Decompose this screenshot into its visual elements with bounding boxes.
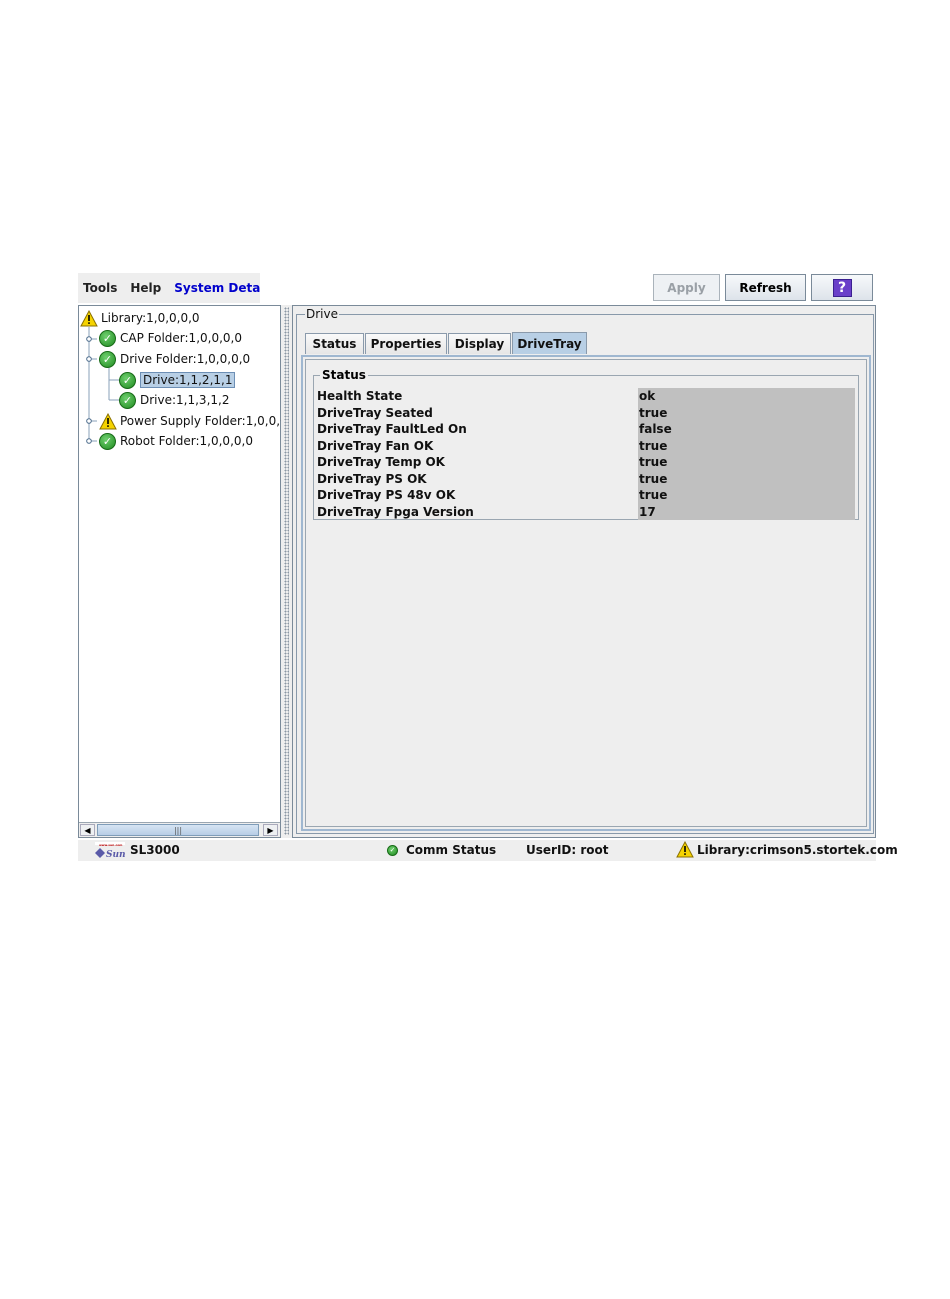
- tab-display[interactable]: Display: [448, 333, 511, 354]
- tree-node-library[interactable]: Library:1,0,0,0,0: [80, 309, 200, 327]
- status-row: DriveTray Temp OK true: [317, 453, 855, 471]
- status-row: Health State ok: [317, 387, 855, 405]
- tree-node-label-selected: Drive:1,1,2,1,1: [140, 372, 236, 388]
- tree-node-robot-folder[interactable]: ✓ Robot Folder:1,0,0,0,0: [99, 432, 253, 450]
- status-key: DriveTray Temp OK: [317, 455, 445, 469]
- status-row: DriveTray Fpga Version 17: [317, 503, 855, 520]
- help-icon: ?: [832, 278, 852, 297]
- library-status: Library:crimson5.stortek.com: [676, 841, 898, 858]
- scroll-right-icon[interactable]: ▶: [263, 824, 278, 836]
- splitter-grip: [284, 307, 289, 835]
- tree-node-power-supply-folder[interactable]: Power Supply Folder:1,0,0,0,: [99, 412, 292, 430]
- status-key: DriveTray Seated: [317, 405, 433, 420]
- status-value: true: [638, 437, 855, 454]
- tab-content: Status Health State ok DriveTray Seated …: [301, 355, 871, 831]
- product-name: SL3000: [130, 843, 180, 857]
- check-icon: ✓: [119, 371, 136, 389]
- svg-text:Sun: Sun: [106, 850, 125, 859]
- tree-node-cap-folder[interactable]: ✓ CAP Folder:1,0,0,0,0: [99, 329, 242, 347]
- tree-node-drive-1-1-2-1-1[interactable]: ✓ Drive:1,1,2,1,1: [119, 371, 236, 389]
- status-group-title: Status: [320, 368, 368, 382]
- tree-node-label: Drive Folder:1,0,0,0,0: [120, 352, 251, 366]
- check-icon: ✓: [99, 329, 116, 347]
- status-value: true: [638, 470, 855, 487]
- tree-panel: Library:1,0,0,0,0 ✓ CAP Folder:1,0,0,0,0…: [78, 305, 292, 838]
- status-value: true: [638, 404, 855, 421]
- tree-node-drive-1-1-3-1-2[interactable]: ✓ Drive:1,1,3,1,2: [119, 391, 229, 409]
- comm-ok-icon: ✓: [387, 844, 398, 856]
- status-group: Status Health State ok DriveTray Seated …: [313, 368, 859, 520]
- menu-system-detail[interactable]: System Detail: [174, 281, 268, 295]
- panel-splitter[interactable]: [281, 305, 292, 838]
- tree-node-label: Drive:1,1,3,1,2: [140, 393, 230, 407]
- drive-group-title: Drive: [305, 307, 339, 321]
- menubar: Tools Help System Detail: [78, 273, 269, 303]
- app-window: Tools Help System Detail Apply Refresh ?: [78, 273, 898, 861]
- menu-tools[interactable]: Tools: [83, 281, 117, 295]
- tree-node-label: Library:1,0,0,0,0: [101, 311, 200, 325]
- status-key: DriveTray PS OK: [317, 471, 427, 486]
- svg-text:www.sun.com: www.sun.com: [99, 843, 122, 847]
- warning-icon: [99, 412, 117, 429]
- warning-icon: [80, 309, 98, 326]
- statusbar: www.sun.com Sun SL3000 ✓ Comm Status Use…: [78, 840, 898, 861]
- check-icon: ✓: [119, 391, 136, 409]
- status-key: Health State: [317, 389, 403, 403]
- library-name: Library:crimson5.stortek.com: [697, 842, 898, 857]
- status-key: DriveTray Fpga Version: [317, 504, 474, 519]
- tree-horizontal-scrollbar[interactable]: ◀ ||| ▶: [79, 822, 280, 837]
- status-row: DriveTray Seated true: [317, 404, 855, 421]
- user-id: UserID: root: [526, 843, 609, 857]
- tree-node-label: CAP Folder:1,0,0,0,0: [120, 331, 242, 345]
- menu-help[interactable]: Help: [130, 281, 161, 295]
- status-key: DriveTray Fan OK: [317, 438, 434, 453]
- drive-group: Drive Status Properties Display DriveTra…: [296, 307, 874, 834]
- status-key: DriveTray PS 48v OK: [317, 488, 456, 502]
- status-row: DriveTray PS 48v OK true: [317, 486, 855, 504]
- check-icon: ✓: [99, 350, 116, 368]
- status-row: DriveTray FaultLed On false: [317, 420, 855, 438]
- status-value: 17: [638, 503, 855, 520]
- detail-panel: Drive Status Properties Display DriveTra…: [292, 305, 876, 838]
- check-icon: ✓: [99, 432, 116, 450]
- apply-button[interactable]: Apply: [653, 274, 720, 301]
- status-row: DriveTray Fan OK true: [317, 437, 855, 454]
- tree-node-label: Robot Folder:1,0,0,0,0: [120, 434, 253, 448]
- comm-status-label: Comm Status: [406, 843, 497, 857]
- tab-properties[interactable]: Properties: [365, 333, 447, 354]
- status-value: true: [638, 453, 855, 471]
- refresh-button[interactable]: Refresh: [725, 274, 806, 301]
- scroll-left-icon[interactable]: ◀: [80, 824, 95, 836]
- comm-status: ✓ Comm Status: [387, 843, 496, 857]
- tree-node-label: Power Supply Folder:1,0,0,0,: [120, 414, 292, 428]
- status-value: ok: [638, 387, 855, 405]
- tab-drivetray[interactable]: DriveTray: [512, 332, 587, 354]
- scroll-thumb[interactable]: |||: [97, 824, 259, 836]
- toolbar: Apply Refresh ?: [260, 273, 876, 303]
- tab-status[interactable]: Status: [305, 333, 364, 354]
- status-value: false: [638, 420, 855, 438]
- warning-icon: [676, 841, 694, 858]
- status-row: DriveTray PS OK true: [317, 470, 855, 487]
- status-key: DriveTray FaultLed On: [317, 422, 467, 436]
- status-value: true: [638, 486, 855, 504]
- tree-node-drive-folder[interactable]: ✓ Drive Folder:1,0,0,0,0: [99, 350, 250, 368]
- sun-logo-icon: www.sun.com Sun: [95, 842, 125, 859]
- help-button[interactable]: ?: [811, 274, 873, 301]
- tab-content-inner: Status Health State ok DriveTray Seated …: [305, 359, 867, 827]
